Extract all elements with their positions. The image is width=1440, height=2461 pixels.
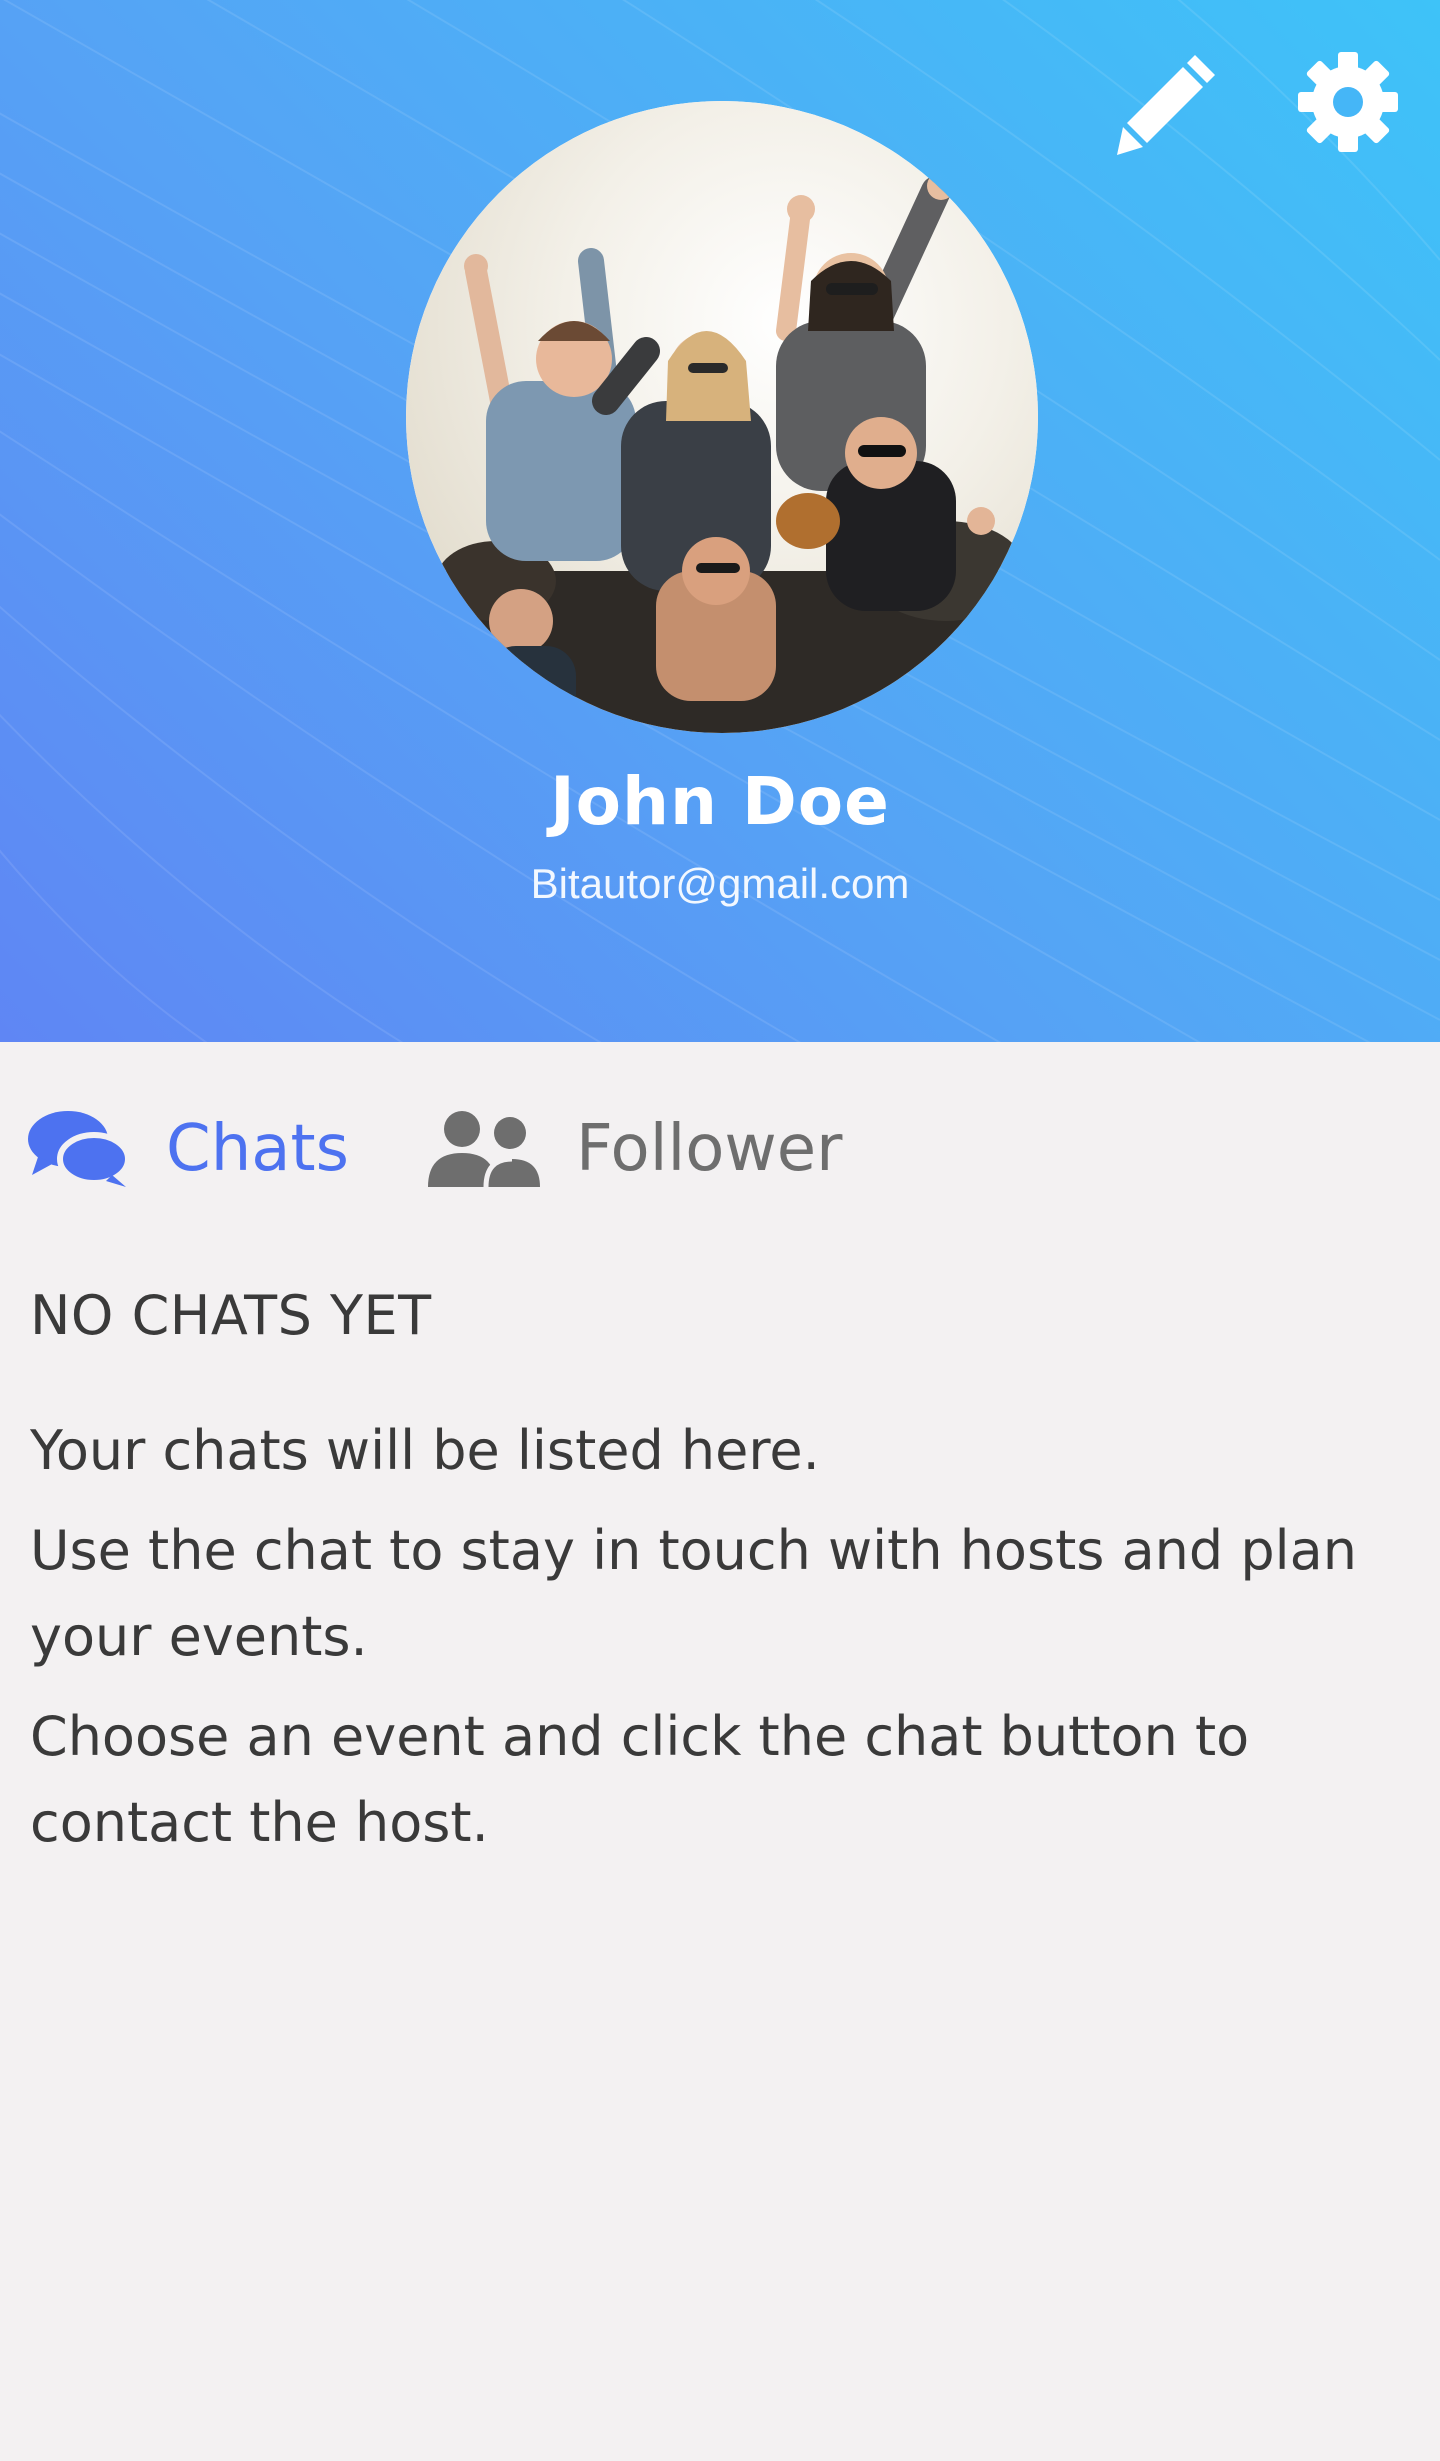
pencil-icon: [1117, 55, 1215, 155]
edit-profile-button[interactable]: [1108, 42, 1228, 162]
profile-tabs: Chats Follower: [0, 1042, 1440, 1242]
profile-avatar[interactable]: [406, 101, 1038, 733]
empty-state-line: Your chats will be listed here.: [30, 1419, 820, 1482]
profile-header: John Doe Bitautor@gmail.com: [0, 0, 1440, 1042]
profile-name: John Doe: [550, 763, 890, 840]
empty-state-line: Choose an event and click the chat butto…: [30, 1705, 1250, 1854]
gear-icon: [1298, 52, 1398, 152]
chat-bubbles-icon: [28, 1111, 130, 1187]
avatar-photo: [406, 101, 1038, 733]
profile-email: Bitautor@gmail.com: [530, 860, 910, 907]
empty-state-line: Use the chat to stay in touch with hosts…: [30, 1519, 1357, 1668]
tab-chats-label: Chats: [166, 1112, 349, 1186]
tab-chats[interactable]: Chats: [28, 1094, 349, 1204]
empty-state-title: NO CHATS YET: [30, 1284, 432, 1347]
settings-button[interactable]: [1288, 42, 1408, 162]
tab-follower[interactable]: Follower: [428, 1094, 842, 1204]
tab-follower-label: Follower: [576, 1112, 843, 1186]
chats-empty-state: NO CHATS YET Your chats will be listed h…: [30, 1280, 1410, 1880]
users-icon: [428, 1111, 540, 1188]
